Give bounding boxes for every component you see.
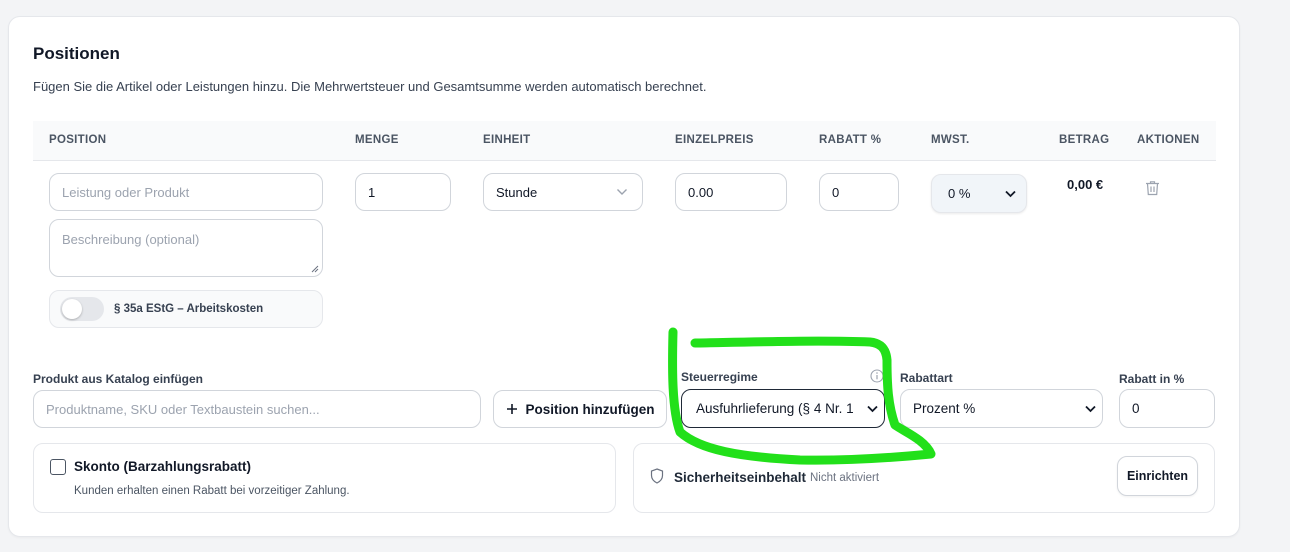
- steuerregime-value: Ausfuhrlieferung (§ 4 Nr. 1: [696, 401, 854, 416]
- header-aktionen: AKTIONEN: [1137, 134, 1200, 146]
- info-icon[interactable]: [870, 369, 884, 383]
- menge-value: 1: [368, 184, 376, 200]
- header-position: POSITION: [49, 134, 107, 146]
- chevron-down-icon: [1085, 405, 1096, 412]
- header-einheit: EINHEIT: [483, 134, 531, 146]
- trash-icon[interactable]: [1145, 180, 1160, 196]
- add-position-label: Position hinzufügen: [525, 401, 655, 417]
- chevron-down-icon: [867, 405, 878, 412]
- rabatt-input[interactable]: 0: [819, 173, 899, 211]
- description-placeholder: Beschreibung (optional): [62, 232, 200, 247]
- position-placeholder: Leistung oder Produkt: [62, 184, 190, 200]
- chevron-down-icon: [617, 189, 627, 195]
- rabattart-label: Rabattart: [900, 371, 953, 385]
- rabattart-value: Prozent %: [913, 401, 976, 416]
- steuerregime-label: Steuerregime: [681, 370, 758, 384]
- skonto-panel: Skonto (Barzahlungsrabatt) Kunden erhalt…: [33, 443, 616, 513]
- header-rabatt: RABATT %: [819, 134, 882, 146]
- arbeitskosten-toggle-row: § 35a EStG – Arbeitskosten: [49, 290, 323, 328]
- mwst-value: 0 %: [948, 186, 971, 201]
- section-title: Positionen: [33, 44, 120, 63]
- plus-icon: [506, 404, 517, 414]
- resize-handle-icon[interactable]: [311, 265, 319, 273]
- betrag-value: 0,00 €: [1067, 177, 1104, 192]
- sicherheitseinbehalt-status: Nicht aktiviert: [810, 472, 880, 484]
- einrichten-button[interactable]: Einrichten: [1117, 456, 1198, 496]
- catalog-label: Produkt aus Katalog einfügen: [33, 372, 204, 386]
- skonto-description: Kunden erhalten einen Rabatt bei vorzeit…: [74, 485, 350, 497]
- einzelpreis-input[interactable]: 0.00: [675, 173, 787, 211]
- position-input[interactable]: Leistung oder Produkt: [49, 173, 323, 211]
- catalog-search-placeholder: Produktname, SKU oder Textbaustein suche…: [46, 401, 320, 417]
- rabatt-value: 0: [832, 184, 840, 200]
- sicherheitseinbehalt-title: Sicherheitseinbehalt: [674, 470, 807, 485]
- arbeitskosten-toggle[interactable]: [60, 297, 104, 321]
- chevron-down-icon: [1005, 190, 1016, 197]
- header-einzelpreis: EINZELPREIS: [675, 134, 754, 146]
- menge-input[interactable]: 1: [355, 173, 451, 211]
- sicherheitseinbehalt-panel: Sicherheitseinbehalt Nicht aktiviert Ein…: [633, 443, 1215, 513]
- rabattart-select[interactable]: Prozent %: [900, 389, 1103, 428]
- rabatt-prozent-input[interactable]: 0: [1119, 389, 1215, 428]
- toggle-knob: [62, 299, 82, 319]
- mwst-select[interactable]: 0 %: [931, 174, 1027, 213]
- arbeitskosten-label: § 35a EStG – Arbeitskosten: [114, 303, 264, 315]
- rabatt-prozent-value: 0: [1132, 401, 1140, 416]
- header-menge: MENGE: [355, 134, 399, 146]
- header-mwst: MWST.: [931, 134, 970, 146]
- table-header: POSITION MENGE EINHEIT EINZELPREIS RABAT…: [33, 121, 1216, 161]
- einzelpreis-value: 0.00: [688, 184, 714, 200]
- skonto-checkbox[interactable]: [50, 459, 66, 475]
- skonto-title: Skonto (Barzahlungsrabatt): [74, 459, 252, 474]
- einheit-select[interactable]: Stunde: [483, 173, 643, 211]
- add-position-button[interactable]: Position hinzufügen: [493, 390, 667, 428]
- catalog-search-input[interactable]: Produktname, SKU oder Textbaustein suche…: [33, 390, 481, 428]
- shield-icon: [650, 468, 664, 484]
- steuerregime-select[interactable]: Ausfuhrlieferung (§ 4 Nr. 1: [681, 389, 885, 428]
- section-subtitle: Fügen Sie die Artikel oder Leistungen hi…: [33, 79, 707, 94]
- description-textarea[interactable]: Beschreibung (optional): [49, 219, 323, 277]
- header-betrag: BETRAG: [1059, 134, 1110, 146]
- rabatt-prozent-label: Rabatt in %: [1119, 372, 1185, 386]
- einheit-value: Stunde: [496, 184, 538, 200]
